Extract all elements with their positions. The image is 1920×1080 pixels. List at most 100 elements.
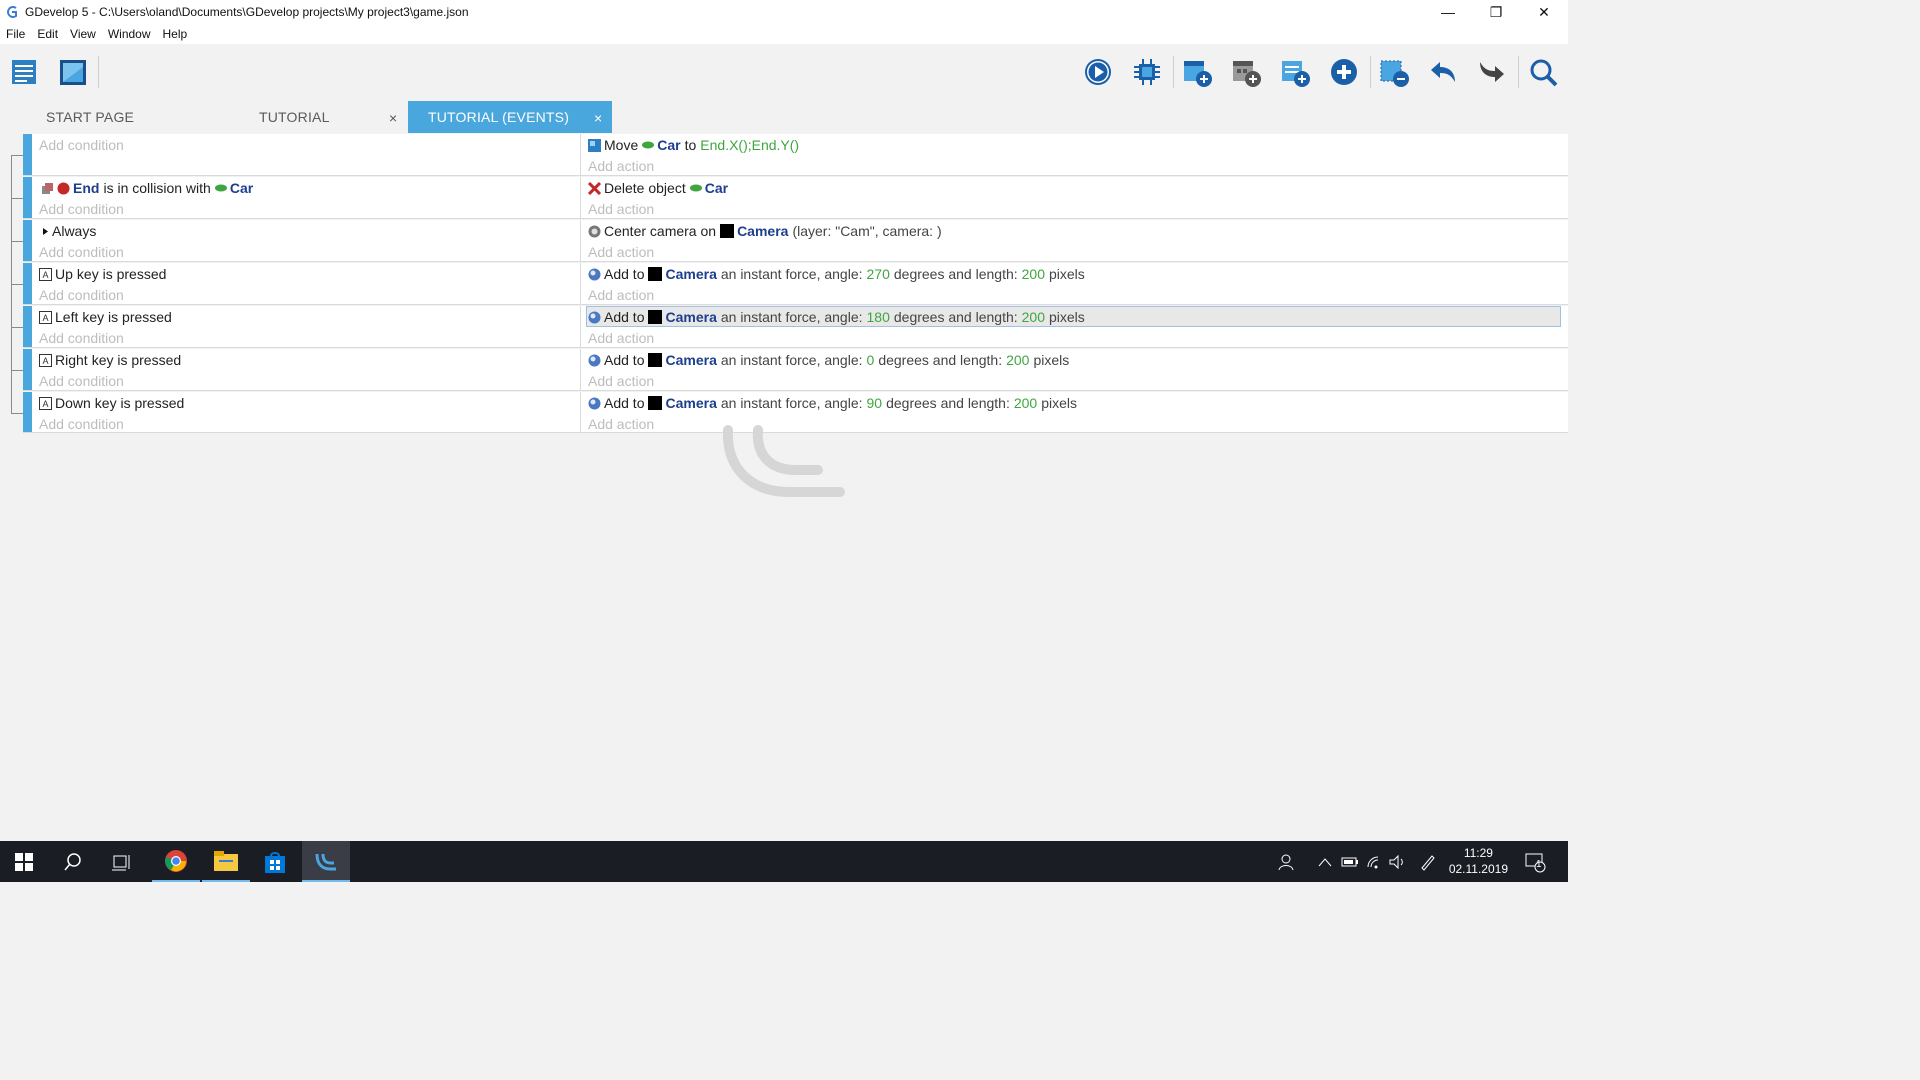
file-explorer-icon[interactable] [202,841,250,882]
actions-column: Add to Camera an instant force, angle: 2… [581,263,1568,304]
action-add-force[interactable]: Add to Camera an instant force, angle: 0… [588,350,1069,370]
add-sub-event-icon[interactable] [1230,56,1262,88]
preview-icon[interactable] [1082,56,1114,88]
undo-icon[interactable] [1427,56,1459,88]
project-manager-icon[interactable] [8,56,40,88]
add-comment-icon[interactable] [1279,56,1311,88]
condition-key-pressed[interactable]: A Down key is pressed [39,393,184,413]
events-sheet: Add condition Move Car to End.X();End.Y(… [0,134,1568,433]
clock-date: 02.11.2019 [1448,862,1508,876]
clock-time: 11:29 [1463,846,1493,860]
conditions-column: End is in collision with Car Add conditi… [32,177,581,218]
force-icon [588,397,601,409]
tab-tutorial-events[interactable]: TUTORIAL (EVENTS) [408,101,612,133]
delete-icon[interactable] [1378,56,1410,88]
add-action-link[interactable]: Add action [588,373,654,389]
menu-file[interactable]: File [6,27,25,41]
battery-icon[interactable] [1341,841,1359,882]
people-icon[interactable] [1278,841,1298,882]
event-row[interactable]: A Right key is pressed Add condition Add… [23,349,1568,391]
chevron-up-icon[interactable] [1318,841,1332,882]
volume-icon[interactable] [1389,841,1407,882]
actions-column: Add to Camera an instant force, angle: 1… [581,306,1568,347]
event-row[interactable]: A Left key is pressed Add condition Add … [23,306,1568,348]
move-icon [588,138,601,152]
add-condition-link[interactable]: Add condition [39,201,124,217]
conditions-column: A Down key is pressed Add condition [32,392,581,432]
menu-help[interactable]: Help [163,27,188,41]
tab-tutorial-close-icon[interactable]: × [389,110,397,126]
add-action-link[interactable]: Add action [588,201,654,217]
action-move[interactable]: Move Car to End.X();End.Y() [588,135,799,155]
minimize-button[interactable]: — [1424,0,1472,24]
keyboard-key-icon: A [39,310,52,324]
add-condition-link[interactable]: Add condition [39,373,124,389]
wifi-icon[interactable] [1366,841,1384,882]
toolbar [0,44,1568,100]
force-icon [588,354,601,366]
windows-start-icon[interactable] [0,841,48,882]
camera-object-icon [648,310,663,324]
notification-center-icon[interactable]: 1 [1524,841,1546,882]
add-action-link[interactable]: Add action [588,287,654,303]
force-icon [588,311,601,323]
store-icon[interactable] [251,841,299,882]
menu-edit[interactable]: Edit [37,27,58,41]
add-condition-link[interactable]: Add condition [39,330,124,346]
menu-view[interactable]: View [70,27,96,41]
gdevelop-logo-icon [5,5,19,19]
event-row[interactable]: A Up key is pressed Add condition Add to… [23,263,1568,305]
camera-icon [588,225,601,237]
actions-column: Move Car to End.X();End.Y() Add action [581,134,1568,175]
gdevelop-watermark-icon [718,420,848,500]
chrome-icon[interactable] [152,841,200,882]
add-action-link[interactable]: Add action [588,416,654,432]
condition-key-pressed[interactable]: A Left key is pressed [39,307,172,327]
scene-editor-icon[interactable] [57,56,89,88]
search-icon[interactable] [49,841,97,882]
event-row[interactable]: End is in collision with Car Add conditi… [23,177,1568,219]
condition-collision[interactable]: End is in collision with Car [41,178,253,198]
search-icon[interactable] [1527,56,1559,88]
add-action-link[interactable]: Add action [588,330,654,346]
menu-window[interactable]: Window [108,27,151,41]
close-button[interactable]: ✕ [1520,0,1568,24]
taskbar: 11:29 02.11.2019 1 [0,841,1568,882]
event-row[interactable]: Always Add condition Center camera on Ca… [23,220,1568,262]
redo-icon[interactable] [1476,56,1508,88]
task-view-icon[interactable] [98,841,146,882]
triangle-right-icon [43,227,48,235]
tab-start-page[interactable]: START PAGE [46,101,206,133]
add-condition-link[interactable]: Add condition [39,416,124,432]
add-condition-link[interactable]: Add condition [39,137,124,153]
conditions-column: Add condition [32,134,581,175]
tab-label: TUTORIAL (EVENTS) [428,109,570,125]
action-add-force-selected[interactable]: Add to Camera an instant force, angle: 1… [588,307,1085,327]
event-row[interactable]: Add condition Move Car to End.X();End.Y(… [23,134,1568,176]
condition-key-pressed[interactable]: A Right key is pressed [39,350,181,370]
add-action-link[interactable]: Add action [588,244,654,260]
clock[interactable]: 11:29 02.11.2019 [1449,845,1508,877]
action-add-force[interactable]: Add to Camera an instant force, angle: 9… [588,393,1077,413]
pen-icon[interactable] [1419,841,1437,882]
action-add-force[interactable]: Add to Camera an instant force, angle: 2… [588,264,1085,284]
debug-icon[interactable] [1131,56,1163,88]
action-delete-object[interactable]: Delete object Car [588,178,728,198]
action-center-camera[interactable]: Center camera on Camera (layer: "Cam", c… [588,221,942,241]
delete-object-icon [588,181,601,195]
tab-tutorial-events-close-icon[interactable]: × [594,110,602,126]
condition-always[interactable]: Always [41,221,96,241]
add-condition-link[interactable]: Add condition [39,244,124,260]
add-action-link[interactable]: Add action [588,158,654,174]
conditions-column: A Up key is pressed Add condition [32,263,581,304]
maximize-button[interactable]: ❐ [1472,0,1520,24]
add-other-icon[interactable] [1328,56,1360,88]
camera-object-icon [648,353,663,367]
add-event-icon[interactable] [1181,56,1213,88]
car-object-icon [642,141,655,149]
condition-key-pressed[interactable]: A Up key is pressed [39,264,166,284]
add-condition-link[interactable]: Add condition [39,287,124,303]
end-object-icon [57,182,70,194]
gdevelop-taskbar-icon[interactable] [302,841,350,882]
tab-tutorial[interactable]: TUTORIAL [259,101,379,133]
